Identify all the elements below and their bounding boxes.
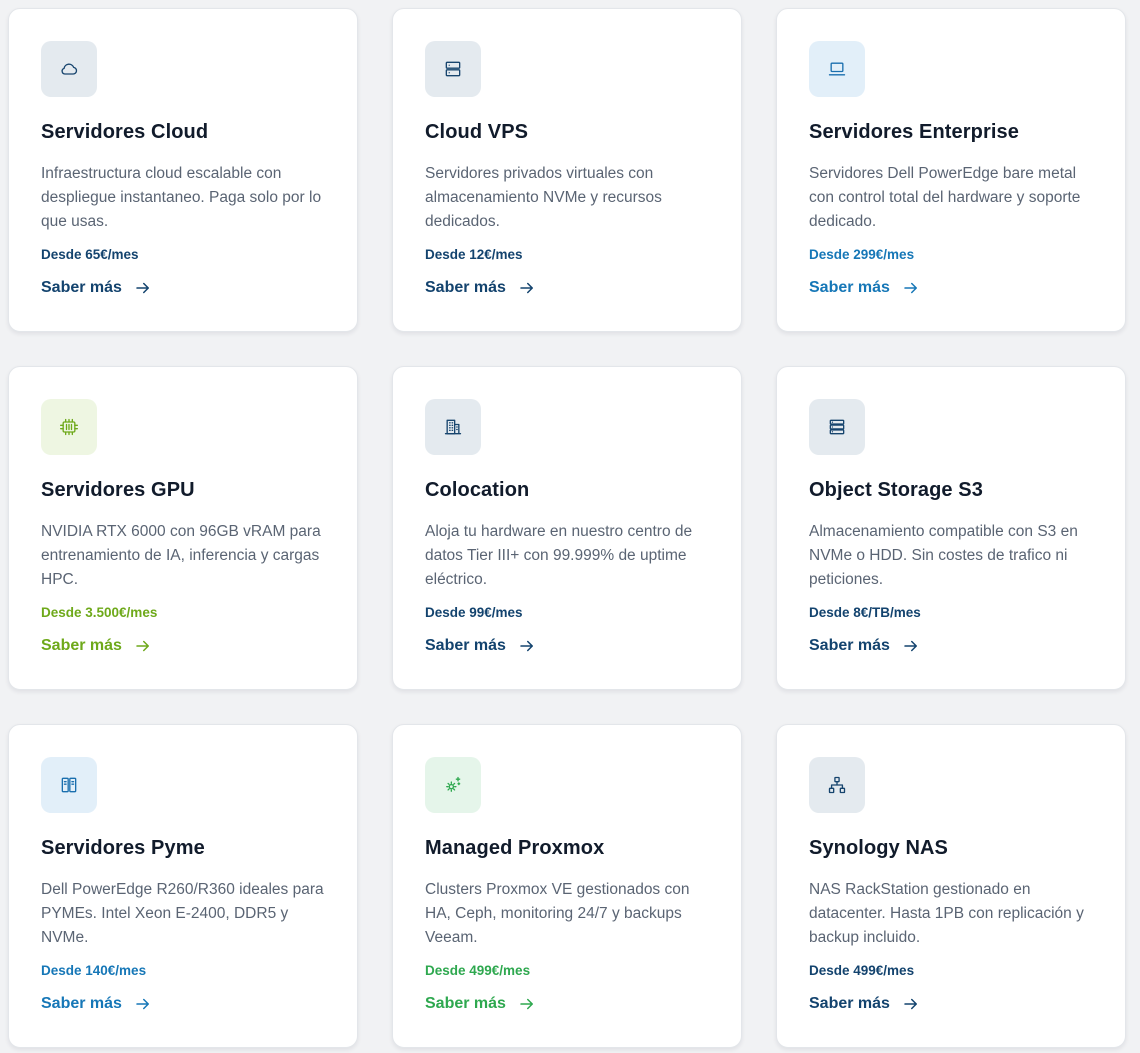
card-title: Colocation [425,479,530,501]
arrow-right-icon [902,995,920,1013]
card-title: Servidores Enterprise [809,121,1019,143]
saber-mas-link[interactable]: Saber más [425,995,536,1013]
arrow-right-icon [134,279,152,297]
card-title: Managed Proxmox [425,837,605,859]
card-price: Desde 8€/TB/mes [809,605,921,620]
saber-mas-link[interactable]: Saber más [809,279,920,297]
card-price: Desde 12€/mes [425,247,523,262]
link-label: Saber más [41,279,122,296]
arrow-right-icon [902,279,920,297]
card-title: Servidores Pyme [41,837,205,859]
saber-mas-link[interactable]: Saber más [41,279,152,297]
card-title: Servidores Cloud [41,121,209,143]
product-card-synology-nas[interactable]: Synology NAS NAS RackStation gestionado … [776,724,1126,1048]
gpu-chip-icon [41,399,97,455]
saber-mas-link[interactable]: Saber más [41,637,152,655]
saber-mas-link[interactable]: Saber más [425,637,536,655]
card-price: Desde 299€/mes [809,247,915,262]
saber-mas-link[interactable]: Saber más [425,279,536,297]
server-icon [425,41,481,97]
arrow-right-icon [518,279,536,297]
link-label: Saber más [41,637,122,654]
product-card-servidores-gpu[interactable]: Servidores GPU NVIDIA RTX 6000 con 96GB … [8,366,358,690]
arrow-right-icon [134,637,152,655]
saber-mas-link[interactable]: Saber más [809,995,920,1013]
product-card-servidores-cloud[interactable]: Servidores Cloud Infraestructura cloud e… [8,8,358,332]
card-description: Dell PowerEdge R260/R360 ideales para PY… [41,881,324,946]
link-label: Saber más [425,637,506,654]
card-description: Almacenamiento compatible con S3 en NVMe… [809,523,1078,588]
network-icon [809,757,865,813]
link-label: Saber más [425,279,506,296]
arrow-right-icon [134,995,152,1013]
card-description: NAS RackStation gestionado en datacenter… [809,881,1084,946]
product-card-servidores-enterprise[interactable]: Servidores Enterprise Servidores Dell Po… [776,8,1126,332]
card-title: Synology NAS [809,837,948,859]
card-description: Aloja tu hardware en nuestro centro de d… [425,523,693,588]
gear-sparkle-icon [425,757,481,813]
server-columns-icon [41,757,97,813]
card-title: Cloud VPS [425,121,529,143]
arrow-right-icon [518,637,536,655]
link-label: Saber más [809,995,890,1012]
card-description: Servidores Dell PowerEdge bare metal con… [809,165,1081,230]
product-card-cloud-vps[interactable]: Cloud VPS Servidores privados virtuales … [392,8,742,332]
card-price: Desde 3.500€/mes [41,605,158,620]
building-icon [425,399,481,455]
card-price: Desde 99€/mes [425,605,523,620]
saber-mas-link[interactable]: Saber más [809,637,920,655]
product-card-colocation[interactable]: Colocation Aloja tu hardware en nuestro … [392,366,742,690]
product-grid: Servidores Cloud Infraestructura cloud e… [0,0,1140,1053]
card-price: Desde 499€/mes [809,963,915,978]
arrow-right-icon [518,995,536,1013]
link-label: Saber más [41,995,122,1012]
product-card-object-storage-s3[interactable]: Object Storage S3 Almacenamiento compati… [776,366,1126,690]
card-title: Servidores GPU [41,479,195,501]
card-price: Desde 140€/mes [41,963,147,978]
laptop-icon [809,41,865,97]
card-title: Object Storage S3 [809,479,983,501]
link-label: Saber más [809,637,890,654]
product-card-servidores-pyme[interactable]: Servidores Pyme Dell PowerEdge R260/R360… [8,724,358,1048]
storage-stack-icon [809,399,865,455]
card-description: Clusters Proxmox VE gestionados con HA, … [425,881,690,946]
arrow-right-icon [902,637,920,655]
card-description: NVIDIA RTX 6000 con 96GB vRAM para entre… [41,523,321,588]
card-price: Desde 499€/mes [425,963,531,978]
link-label: Saber más [809,279,890,296]
card-description: Infraestructura cloud escalable con desp… [41,165,322,230]
saber-mas-link[interactable]: Saber más [41,995,152,1013]
card-description: Servidores privados virtuales con almace… [425,165,662,230]
link-label: Saber más [425,995,506,1012]
cloud-icon [41,41,97,97]
card-price: Desde 65€/mes [41,247,139,262]
product-card-managed-proxmox[interactable]: Managed Proxmox Clusters Proxmox VE gest… [392,724,742,1048]
